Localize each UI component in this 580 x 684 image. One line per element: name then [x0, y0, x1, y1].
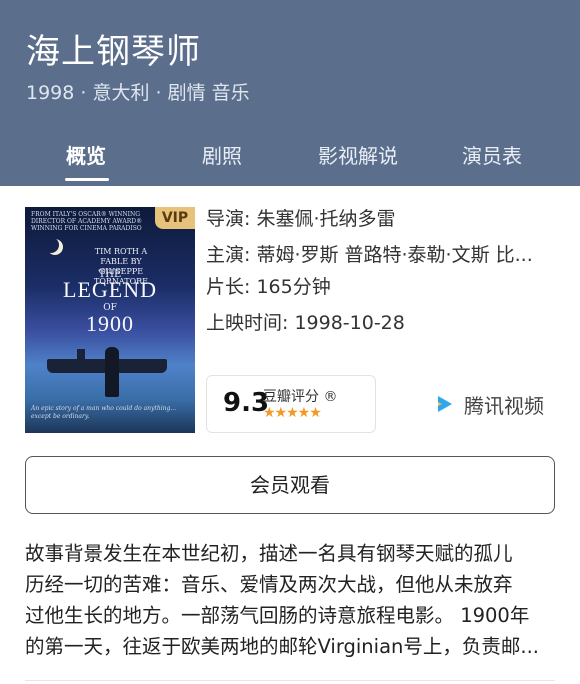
movie-description[interactable]: 故事背景发生在本世纪初，描述一名具有钢琴天赋的孤儿 历经一切的苦难：音乐、爱情及… — [25, 538, 557, 662]
rating-stars: ★★★★★ — [263, 405, 322, 421]
runtime-line: 片长: 165分钟 — [206, 276, 331, 298]
poster-year: 1900 — [86, 311, 134, 336]
divider — [25, 680, 555, 681]
tab-stills[interactable]: 剧照 — [202, 140, 242, 169]
platform-label[interactable]: 腾讯视频 — [464, 390, 544, 419]
tab-cast[interactable]: 演员表 — [462, 140, 522, 169]
tab-commentary[interactable]: 影视解说 — [318, 140, 398, 169]
rating-label: 豆瓣评分 ® — [263, 389, 338, 405]
description-line: 故事背景发生在本世纪初，描述一名具有钢琴天赋的孤儿 — [25, 542, 513, 565]
description-line: 的第一天，往返于欧美两地的邮轮Virginian号上，负责邮... — [25, 635, 539, 658]
cast-line[interactable]: 主演: 蒂姆·罗斯 普路特·泰勒·文斯 比... — [206, 240, 533, 267]
member-watch-button[interactable]: 会员观看 — [25, 456, 555, 514]
man-silhouette — [105, 347, 119, 397]
poster-legend: LEGEND — [63, 277, 157, 302]
release-line: 上映时间: 1998-10-28 — [206, 312, 405, 334]
tab-overview[interactable]: 概览 — [66, 140, 106, 169]
active-tab-indicator — [65, 178, 109, 181]
douban-rating-card[interactable]: 9.3 豆瓣评分 ® ★★★★★ — [206, 375, 376, 433]
description-line: 过他生长的地方。一部荡气回肠的诗意旅程电影。 1900年 — [25, 604, 530, 627]
poster-credits: FROM ITALY'S OSCAR® WINNING DIRECTOR OF … — [31, 211, 143, 232]
movie-title: 海上钢琴师 — [26, 32, 201, 72]
movie-meta: 1998 · 意大利 · 剧情 音乐 — [26, 82, 250, 104]
description-line: 历经一切的苦难：音乐、爱情及两次大战，但他从未放弃 — [25, 573, 513, 596]
movie-header: 海上钢琴师 1998 · 意大利 · 剧情 音乐 概览 剧照 影视解说 演员表 — [0, 0, 580, 186]
movie-poster[interactable]: FROM ITALY'S OSCAR® WINNING DIRECTOR OF … — [25, 207, 195, 433]
vip-badge: VIP — [155, 207, 195, 229]
tencent-video-play-icon[interactable] — [438, 396, 452, 412]
moon-icon — [43, 237, 59, 253]
poster-tagline: An epic story of a man who could do anyt… — [31, 405, 177, 420]
tab-bar: 概览 剧照 影视解说 演员表 — [0, 140, 580, 186]
director-line: 导演: 朱塞佩·托纳多雷 — [206, 208, 396, 230]
